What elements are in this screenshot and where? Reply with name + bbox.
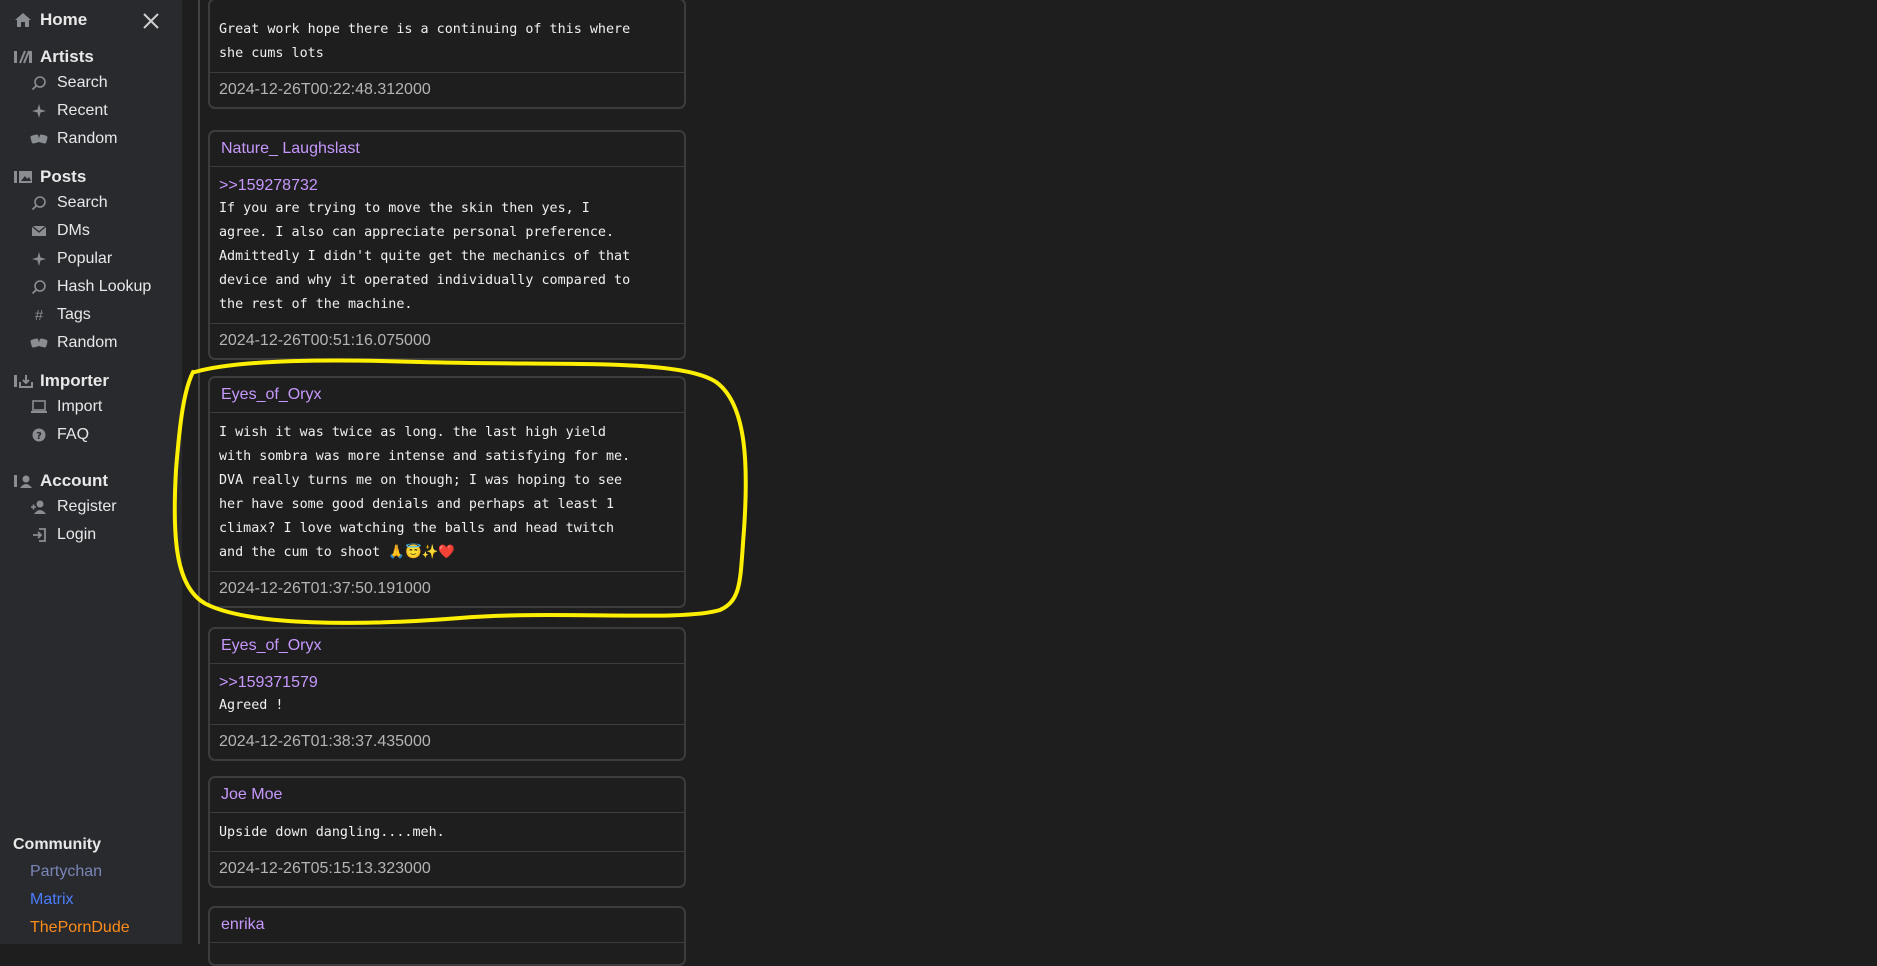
comment-text: Upside down dangling....meh. <box>219 825 445 840</box>
nav-header-artists: Artists <box>13 45 117 69</box>
sparkle-icon <box>30 102 48 120</box>
user-plus-icon <box>30 498 48 516</box>
nav-section-importer: Importer Import ? FAQ <box>13 369 109 449</box>
envelope-icon <box>30 222 48 240</box>
faq-icon: ? <box>30 426 48 444</box>
svg-text:?: ? <box>36 431 42 442</box>
comment-card: Eyes_of_Oryx I wish it was twice as long… <box>208 376 686 608</box>
home-label: Home <box>40 10 88 29</box>
comment-reply-link[interactable]: >>159278732 <box>219 175 675 197</box>
comment-text: Great work hope there is a continuing of… <box>219 22 631 61</box>
comment-body: >>159278732 If you are trying to move th… <box>210 167 684 324</box>
comment-card: Eyes_of_Oryx >>159371579 Agreed ! 2024-1… <box>208 627 686 761</box>
sidebar: Home Artists Search Recent Random Posts … <box>0 0 182 944</box>
nav-section-posts: Posts Search DMs Popular Hash Lookup # T… <box>13 165 151 357</box>
comment-author[interactable]: Joe Moe <box>210 778 684 813</box>
comment-body: I wish it was twice as long. the last hi… <box>210 413 684 572</box>
dice-icon <box>30 334 48 352</box>
comment-reply-link[interactable]: >>159371579 <box>219 672 675 694</box>
comment-card: enrika <box>208 906 686 966</box>
account-icon <box>13 471 33 491</box>
nav-section-artists: Artists Search Recent Random <box>13 45 117 153</box>
community-section: Community Partychan Matrix ThePornDude <box>13 836 130 942</box>
dice-icon <box>30 130 48 148</box>
nav-item-account-register[interactable]: Register <box>13 493 117 521</box>
comment-card: Great work hope there is a continuing of… <box>208 0 686 109</box>
nav-item-posts-tags[interactable]: # Tags <box>13 301 151 329</box>
sparkle-icon <box>30 250 48 268</box>
comment-body: >>159371579 Agreed ! <box>210 664 684 725</box>
importer-icon <box>13 371 33 391</box>
nav-item-artists-search[interactable]: Search <box>13 69 117 97</box>
nav-item-posts-popular[interactable]: Popular <box>13 245 151 273</box>
community-title: Community <box>13 836 101 853</box>
comment-author[interactable]: enrika <box>210 908 684 943</box>
nav-item-artists-recent[interactable]: Recent <box>13 97 117 125</box>
comment-author[interactable]: Eyes_of_Oryx <box>210 629 684 664</box>
comment-card: Joe Moe Upside down dangling....meh. 202… <box>208 776 686 888</box>
comment-card: Nature_ Laughslast >>159278732 If you ar… <box>208 130 686 360</box>
comment-text: If you are trying to move the skin then … <box>219 201 631 312</box>
comment-body: Great work hope there is a continuing of… <box>210 0 684 73</box>
home-icon <box>13 10 33 30</box>
search-icon <box>30 194 48 212</box>
community-link-theporndude[interactable]: ThePornDude <box>13 914 130 942</box>
close-icon <box>143 13 159 29</box>
login-icon <box>30 526 48 544</box>
nav-item-posts-random[interactable]: Random <box>13 329 151 357</box>
comment-body: Upside down dangling....meh. <box>210 813 684 852</box>
nav-header-importer: Importer <box>13 369 109 393</box>
nav-section-account: Account Register Login <box>13 469 117 549</box>
comment-author[interactable]: Eyes_of_Oryx <box>210 378 684 413</box>
search-icon <box>30 278 48 296</box>
nav-item-posts-hash-lookup[interactable]: Hash Lookup <box>13 273 151 301</box>
nav-item-importer-import[interactable]: Import <box>13 393 109 421</box>
search-icon <box>30 74 48 92</box>
community-link-matrix[interactable]: Matrix <box>13 886 130 914</box>
comment-author[interactable]: Nature_ Laughslast <box>210 132 684 167</box>
comment-date: 2024-12-26T01:37:50.191000 <box>219 580 431 597</box>
nav-item-posts-dms[interactable]: DMs <box>13 217 151 245</box>
comment-date: 2024-12-26T01:38:37.435000 <box>219 733 431 750</box>
comment-date: 2024-12-26T05:15:13.323000 <box>219 860 431 877</box>
nav-header-posts: Posts <box>13 165 151 189</box>
close-sidebar-button[interactable] <box>140 10 162 32</box>
content-divider <box>198 0 200 944</box>
nav-item-account-login[interactable]: Login <box>13 521 117 549</box>
community-link-partychan[interactable]: Partychan <box>13 858 130 886</box>
nav-item-importer-faq[interactable]: ? FAQ <box>13 421 109 449</box>
nav-item-artists-random[interactable]: Random <box>13 125 117 153</box>
comment-date: 2024-12-26T00:51:16.075000 <box>219 332 431 349</box>
posts-icon <box>13 167 33 187</box>
nav-header-account: Account <box>13 469 117 493</box>
laptop-icon <box>30 398 48 416</box>
hash-icon: # <box>34 306 44 324</box>
nav-home[interactable]: Home <box>13 10 87 30</box>
nav-item-posts-search[interactable]: Search <box>13 189 151 217</box>
artist-icon <box>13 47 33 67</box>
comment-text: I wish it was twice as long. the last hi… <box>219 425 631 560</box>
comment-date: 2024-12-26T00:22:48.312000 <box>219 81 431 98</box>
comment-text: Agreed ! <box>219 698 284 713</box>
